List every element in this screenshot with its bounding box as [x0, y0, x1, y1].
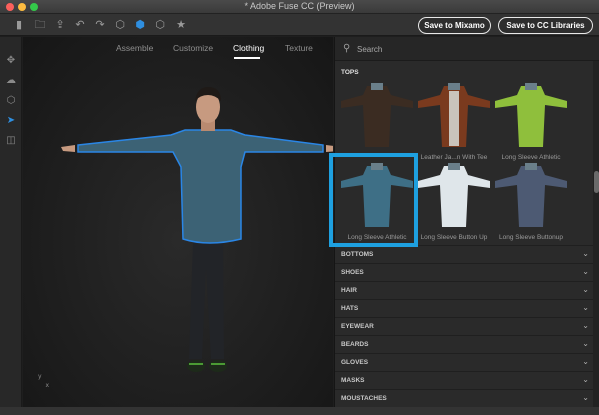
frame-icon[interactable]: ⬡ — [4, 94, 18, 108]
cube-outline-icon[interactable]: ⬡ — [153, 18, 167, 32]
category-gloves[interactable]: GLOVES ⌄ — [335, 353, 593, 371]
clothing-item[interactable]: Leather Ja...n With Tee — [416, 81, 492, 161]
star-icon[interactable]: ★ — [174, 18, 188, 32]
search-icon: ⚲ — [343, 43, 351, 54]
chevron-down-icon: ⌄ — [582, 321, 589, 330]
clothing-thumbnail — [418, 83, 490, 147]
window-title: * Adobe Fuse CC (Preview) — [244, 1, 355, 11]
cube-icon[interactable]: ⬡ — [113, 18, 127, 32]
title-bar: * Adobe Fuse CC (Preview) — [0, 0, 599, 14]
cube-filled-icon[interactable]: ⬢ — [133, 18, 147, 32]
section-header-tops: TOPS — [341, 69, 359, 76]
chevron-down-icon: ⌄ — [582, 339, 589, 348]
category-hats[interactable]: HATS ⌄ — [335, 299, 593, 317]
category-masks[interactable]: MASKS ⌄ — [335, 371, 593, 389]
search-bar: ⚲ — [335, 37, 599, 61]
category-beards[interactable]: BEARDS ⌄ — [335, 335, 593, 353]
tool-rail: ✥ ☁ ⬡ ➤ ◫ — [0, 37, 22, 407]
clothing-thumbnail — [495, 83, 567, 147]
clothing-thumbnail — [341, 83, 413, 147]
category-moustaches[interactable]: MOUSTACHES ⌄ — [335, 389, 593, 407]
move-icon[interactable]: ✥ — [4, 54, 18, 68]
character-model[interactable] — [23, 37, 333, 407]
3d-viewport[interactable]: Assemble Customize Clothing Texture y x — [23, 37, 333, 407]
chevron-down-icon: ⌄ — [582, 249, 589, 258]
chevron-down-icon: ⌄ — [582, 285, 589, 294]
clothing-thumbnail — [418, 163, 490, 227]
clothing-item[interactable]: Long Sleeve Buttonup — [493, 161, 569, 241]
search-input[interactable] — [357, 42, 587, 56]
scrollbar-thumb[interactable] — [594, 171, 599, 193]
save-to-cc-libraries-button[interactable]: Save to CC Libraries — [498, 17, 593, 34]
category-hair[interactable]: HAIR ⌄ — [335, 281, 593, 299]
chevron-down-icon: ⌄ — [582, 303, 589, 312]
clothing-item[interactable] — [339, 81, 415, 159]
toolbar: ▮ 🗀 ⇪ ↶ ↷ ⬡ ⬢ ⬡ ★ Save to Mixamo Save to… — [0, 14, 599, 36]
category-shoes[interactable]: SHOES ⌄ — [335, 263, 593, 281]
clothing-thumbnail — [495, 163, 567, 227]
save-to-mixamo-button[interactable]: Save to Mixamo — [418, 17, 491, 34]
undo-icon[interactable]: ↶ — [73, 18, 87, 32]
status-bar — [0, 407, 599, 415]
chevron-down-icon: ⌄ — [582, 375, 589, 384]
panel-scrollbar[interactable] — [593, 61, 599, 407]
open-icon[interactable]: 🗀 — [33, 18, 47, 32]
clothing-item[interactable]: Long Sleeve Athletic — [493, 81, 569, 161]
chevron-down-icon: ⌄ — [582, 267, 589, 276]
select-icon[interactable]: ➤ — [4, 114, 18, 128]
orbit-icon[interactable]: ☁ — [4, 74, 18, 88]
redo-icon[interactable]: ↷ — [93, 18, 107, 32]
app-window: * Adobe Fuse CC (Preview) ▮ 🗀 ⇪ ↶ ↷ ⬡ ⬢ … — [0, 0, 599, 415]
category-bottoms[interactable]: BOTTOMS ⌄ — [335, 245, 593, 263]
axis-gizmo: y x — [38, 373, 50, 389]
new-icon[interactable]: ▮ — [12, 18, 26, 32]
chevron-down-icon: ⌄ — [582, 357, 589, 366]
chevron-down-icon: ⌄ — [582, 393, 589, 402]
selection-highlight — [329, 153, 418, 247]
camera-icon[interactable]: ◫ — [4, 134, 18, 148]
category-eyewear[interactable]: EYEWEAR ⌄ — [335, 317, 593, 335]
export-icon[interactable]: ⇪ — [53, 18, 67, 32]
clothing-item[interactable]: Long Sleeve Button Up — [416, 161, 492, 241]
